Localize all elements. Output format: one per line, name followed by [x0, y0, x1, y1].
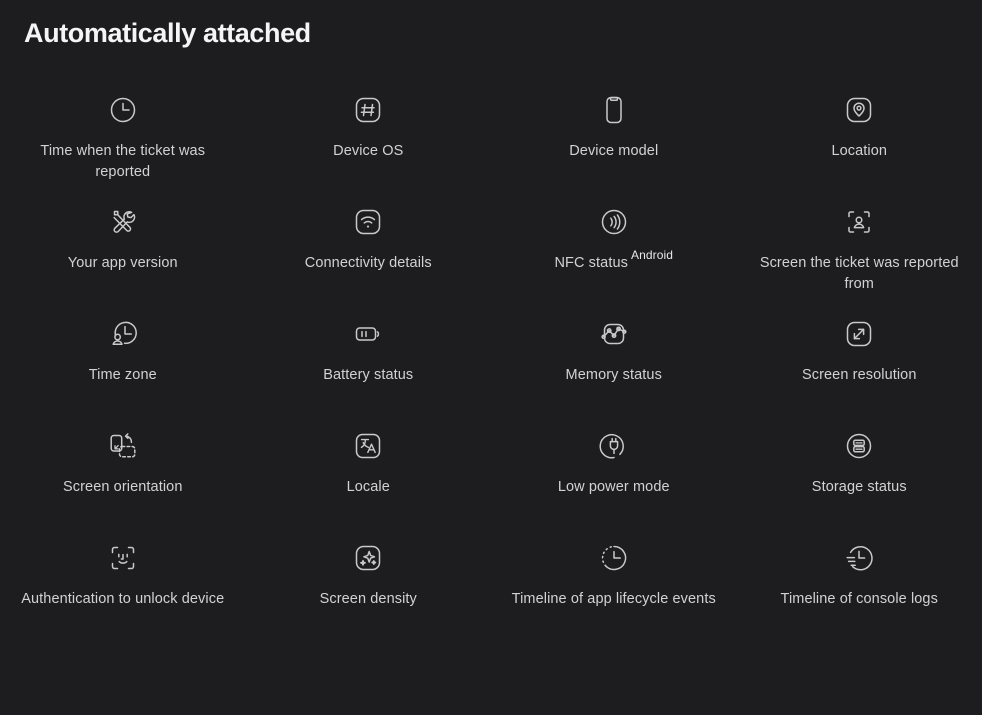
- grid-item-label: Screen the ticket was reported from: [759, 255, 959, 292]
- grid-item-label: NFC status: [554, 255, 628, 271]
- grid-item-console-logs-timeline: Timeline of console logs: [737, 536, 982, 648]
- grid-item-label: Memory status: [565, 367, 662, 383]
- grid-item-screen-reported-from: Screen the ticket was reported from: [737, 200, 982, 312]
- grid-item-storage-status: Storage status: [737, 424, 982, 536]
- grid-item-device-os: Device OS: [246, 88, 492, 200]
- grid-item-screen-resolution: Screen resolution: [737, 312, 982, 424]
- grid-item-label: Low power mode: [557, 479, 670, 495]
- grid-item-label: Battery status: [323, 367, 414, 383]
- grid-item-battery-status: Battery status: [246, 312, 492, 424]
- map-pin-square-icon: [842, 88, 876, 132]
- grid-item-label-with-badge: NFC status Android: [554, 249, 673, 274]
- grid-item-label: Time zone: [88, 367, 157, 383]
- automatically-attached-page: Automatically attached Time when the tic…: [0, 0, 982, 715]
- phone-icon: [597, 88, 631, 132]
- grid-item-label: Location: [831, 143, 888, 159]
- clock-dotted-icon: [597, 536, 631, 580]
- face-id-icon: [106, 536, 140, 580]
- grid-item-label: Screen density: [319, 591, 417, 607]
- grid-item-label: Timeline of app lifecycle events: [511, 591, 716, 607]
- grid-item-label: Timeline of console logs: [780, 591, 938, 607]
- battery-icon: [351, 312, 385, 356]
- screen-person-icon: [842, 200, 876, 244]
- clock-person-icon: [106, 312, 140, 356]
- storage-circle-icon: [842, 424, 876, 468]
- grid-item-memory-status: Memory status: [491, 312, 737, 424]
- grid-item-label: Device OS: [333, 143, 404, 159]
- wifi-square-icon: [351, 200, 385, 244]
- translate-square-icon: [351, 424, 385, 468]
- grid-item-label: Storage status: [811, 479, 907, 495]
- grid-item-device-model: Device model: [491, 88, 737, 200]
- grid-item-connectivity: Connectivity details: [246, 200, 492, 312]
- grid-item-label: Authentication to unlock device: [21, 591, 225, 607]
- grid-item-time-reported: Time when the ticket was reported: [0, 88, 246, 200]
- grid-item-label: Connectivity details: [304, 255, 432, 271]
- grid-item-nfc-status: NFC status Android: [491, 200, 737, 312]
- grid-item-locale: Locale: [246, 424, 492, 536]
- grid-item-location: Location: [737, 88, 982, 200]
- grid-item-authentication: Authentication to unlock device: [0, 536, 246, 648]
- grid-item-label: Screen resolution: [801, 367, 917, 383]
- grid-item-label: Device model: [569, 143, 659, 159]
- hash-square-icon: [351, 88, 385, 132]
- grid-item-screen-orientation: Screen orientation: [0, 424, 246, 536]
- grid-item-label: Your app version: [67, 255, 178, 271]
- screen-rotate-icon: [106, 424, 140, 468]
- grid-item-app-version: Your app version: [0, 200, 246, 312]
- grid-item-label: Locale: [346, 479, 390, 495]
- sparkles-square-icon: [351, 536, 385, 580]
- grid-item-app-lifecycle-timeline: Timeline of app lifecycle events: [491, 536, 737, 648]
- tools-icon: [106, 200, 140, 244]
- grid-item-screen-density: Screen density: [246, 536, 492, 648]
- grid-item-label: Time when the ticket was reported: [40, 143, 206, 180]
- platform-badge: Android: [630, 248, 674, 262]
- clock-motion-icon: [842, 536, 876, 580]
- power-plug-circle-icon: [597, 424, 631, 468]
- grid-item-time-zone: Time zone: [0, 312, 246, 424]
- attached-data-grid: Time when the ticket was reported Device…: [0, 88, 982, 648]
- clock-icon: [106, 88, 140, 132]
- expand-square-icon: [842, 312, 876, 356]
- grid-item-low-power-mode: Low power mode: [491, 424, 737, 536]
- grid-item-label: Screen orientation: [63, 479, 183, 495]
- memory-chart-square-icon: [597, 312, 631, 356]
- nfc-icon: [597, 200, 631, 244]
- page-title: Automatically attached: [24, 18, 311, 48]
